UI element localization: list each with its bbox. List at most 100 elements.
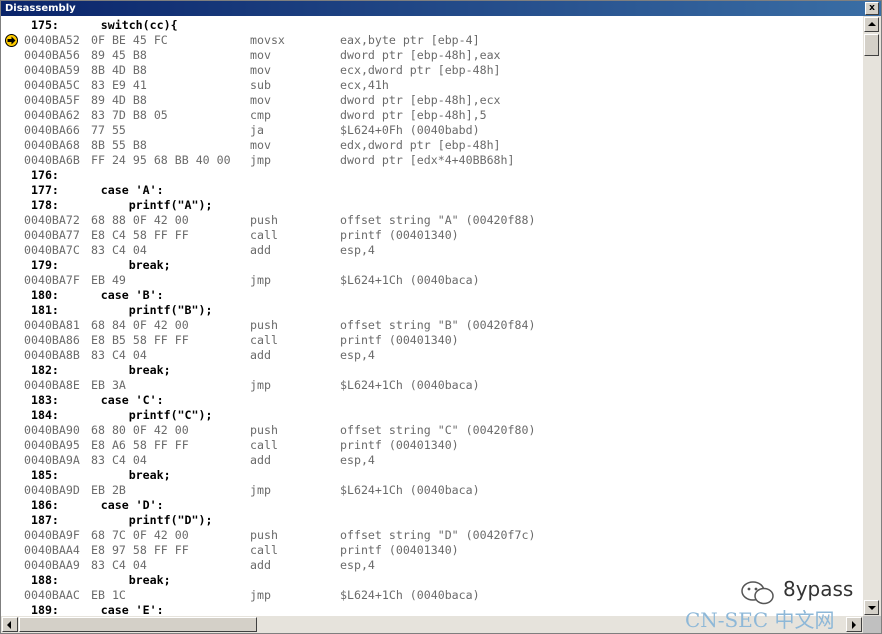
scroll-left-button[interactable] (2, 617, 18, 632)
asm-line[interactable]: 0040BA5F 89 4D B8 mov dword ptr [ebp-48h],e… (1, 93, 863, 108)
vertical-scrollbar[interactable] (863, 16, 881, 616)
horizontal-scroll-thumb[interactable] (19, 617, 257, 632)
opcode-bytes: 8B 55 B8 (91, 138, 147, 152)
mnemonic: add (250, 453, 271, 467)
asm-line[interactable]: 0040BA9F 68 7C 0F 42 00 push offset string … (1, 528, 863, 543)
source-line[interactable]: 186: case 'D': (1, 498, 863, 513)
operands: edx,dword ptr [ebp-48h] (340, 138, 501, 152)
watermark-brand: 8ypass (783, 577, 854, 601)
asm-line[interactable]: 0040BAA4 E8 97 58 FF FF call printf (004013… (1, 543, 863, 558)
mnemonic: ja (250, 123, 264, 137)
asm-line[interactable]: 0040BA72 68 88 0F 42 00 push offset string … (1, 213, 863, 228)
operands: eax,byte ptr [ebp-4] (340, 33, 480, 47)
asm-line[interactable]: 0040BA7F EB 49 jmp $L624+1Ch (0040baca) (1, 273, 863, 288)
opcode-bytes: 89 45 B8 (91, 48, 147, 62)
asm-line[interactable]: 0040BA56 89 45 B8 mov dword ptr [ebp-48h],e… (1, 48, 863, 63)
asm-line[interactable]: 0040BA9A 83 C4 04 add esp,4 (1, 453, 863, 468)
asm-line[interactable]: 0040BA86 E8 B5 58 FF FF call printf (004013… (1, 333, 863, 348)
source-line[interactable]: 178: printf("A"); (1, 198, 863, 213)
asm-line[interactable]: 0040BA95 E8 A6 58 FF FF call printf (004013… (1, 438, 863, 453)
asm-line[interactable]: 0040BA68 8B 55 B8 mov edx,dword ptr [ebp-48… (1, 138, 863, 153)
asm-line[interactable]: 0040BA5C 83 E9 41 sub ecx,41h (1, 78, 863, 93)
opcode-bytes: 0F BE 45 FC (91, 33, 168, 47)
address: 0040BA9A (24, 453, 80, 467)
operands: $L624+1Ch (0040baca) (340, 273, 480, 287)
disassembly-view[interactable]: 175: switch(cc){0040BA52 0F BE 45 FC movsx… (1, 16, 863, 616)
source-text: 183: case 'C': (24, 393, 164, 407)
address: 0040BA52 (24, 33, 80, 47)
asm-line[interactable]: 0040BA52 0F BE 45 FC movsx eax,byte ptr [eb… (1, 33, 863, 48)
opcode-bytes: E8 B5 58 FF FF (91, 333, 189, 347)
source-line[interactable]: 181: printf("B"); (1, 303, 863, 318)
asm-line[interactable]: 0040BA90 68 80 0F 42 00 push offset string … (1, 423, 863, 438)
address: 0040BA9F (24, 528, 80, 542)
address: 0040BA90 (24, 423, 80, 437)
source-line[interactable]: 175: switch(cc){ (1, 18, 863, 33)
address: 0040BA77 (24, 228, 80, 242)
opcode-bytes: 77 55 (91, 123, 126, 137)
source-line[interactable]: 188: break; (1, 573, 863, 588)
mnemonic: mov (250, 63, 271, 77)
address: 0040BA66 (24, 123, 80, 137)
address: 0040BA68 (24, 138, 80, 152)
asm-line[interactable]: 0040BA81 68 84 0F 42 00 push offset string … (1, 318, 863, 333)
opcode-bytes: 8B 4D B8 (91, 63, 147, 77)
asm-line[interactable]: 0040BA7C 83 C4 04 add esp,4 (1, 243, 863, 258)
asm-line[interactable]: 0040BA66 77 55 ja $L624+0Fh (0040babd) (1, 123, 863, 138)
asm-line[interactable]: 0040BA9D EB 2B jmp $L624+1Ch (0040baca) (1, 483, 863, 498)
operands: $L624+1Ch (0040baca) (340, 588, 480, 602)
vertical-scroll-thumb[interactable] (864, 34, 879, 56)
source-line[interactable]: 184: printf("C"); (1, 408, 863, 423)
source-line[interactable]: 183: case 'C': (1, 393, 863, 408)
mnemonic: add (250, 348, 271, 362)
close-button[interactable]: x (865, 2, 879, 15)
operands: $L624+1Ch (0040baca) (340, 483, 480, 497)
address: 0040BA6B (24, 153, 80, 167)
scroll-up-button[interactable] (864, 17, 879, 32)
source-line[interactable]: 185: break; (1, 468, 863, 483)
operands: ecx,dword ptr [ebp-48h] (340, 63, 501, 77)
source-text: 176: (24, 168, 59, 182)
address: 0040BA8B (24, 348, 80, 362)
title-bar[interactable]: Disassembly x (1, 1, 881, 16)
asm-line[interactable]: 0040BAAC EB 1C jmp $L624+1Ch (0040baca) (1, 588, 863, 603)
opcode-bytes: 83 C4 04 (91, 558, 147, 572)
operands: offset string "C" (00420f80) (340, 423, 536, 437)
window-title: Disassembly (5, 3, 76, 14)
operands: ecx,41h (340, 78, 389, 92)
source-text: 175: switch(cc){ (24, 18, 178, 32)
address: 0040BA72 (24, 213, 80, 227)
mnemonic: jmp (250, 483, 271, 497)
watermark-site: CN-SEC 中文网 (685, 608, 835, 632)
asm-line[interactable]: 0040BA8B 83 C4 04 add esp,4 (1, 348, 863, 363)
asm-line[interactable]: 0040BA6B FF 24 95 68 BB 40 00 jmp dword ptr… (1, 153, 863, 168)
asm-line[interactable]: 0040BA62 83 7D B8 05 cmp dword ptr [ebp-48h… (1, 108, 863, 123)
address: 0040BAA4 (24, 543, 80, 557)
asm-line[interactable]: 0040BA77 E8 C4 58 FF FF call printf (004013… (1, 228, 863, 243)
mnemonic: jmp (250, 153, 271, 167)
address: 0040BA7F (24, 273, 80, 287)
scroll-right-button[interactable] (846, 617, 862, 632)
source-line[interactable]: 187: printf("D"); (1, 513, 863, 528)
source-line[interactable]: 176: (1, 168, 863, 183)
operands: printf (00401340) (340, 333, 459, 347)
opcode-bytes: 89 4D B8 (91, 93, 147, 107)
mnemonic: sub (250, 78, 271, 92)
source-line[interactable]: 180: case 'B': (1, 288, 863, 303)
mnemonic: jmp (250, 378, 271, 392)
operands: printf (00401340) (340, 228, 459, 242)
source-line[interactable]: 177: case 'A': (1, 183, 863, 198)
source-line[interactable]: 182: break; (1, 363, 863, 378)
operands: dword ptr [ebp-48h],5 (340, 108, 487, 122)
mnemonic: push (250, 213, 278, 227)
operands: printf (00401340) (340, 543, 459, 557)
opcode-bytes: 83 7D B8 05 (91, 108, 168, 122)
source-line[interactable]: 179: break; (1, 258, 863, 273)
asm-line[interactable]: 0040BA8E EB 3A jmp $L624+1Ch (0040baca) (1, 378, 863, 393)
mnemonic: mov (250, 93, 271, 107)
arrow-right-icon (852, 621, 856, 629)
scroll-down-button[interactable] (864, 600, 879, 615)
asm-line[interactable]: 0040BA59 8B 4D B8 mov ecx,dword ptr [ebp-48… (1, 63, 863, 78)
asm-line[interactable]: 0040BAA9 83 C4 04 add esp,4 (1, 558, 863, 573)
opcode-bytes: E8 C4 58 FF FF (91, 228, 189, 242)
